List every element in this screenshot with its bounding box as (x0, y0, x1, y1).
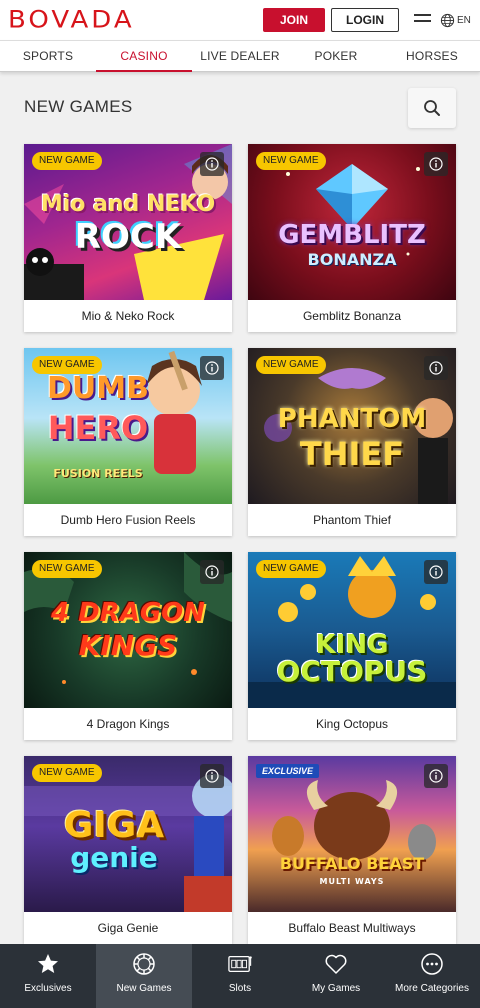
info-button[interactable] (424, 764, 448, 788)
game-card[interactable]: BUFFALO BEAST MULTI WAYS EXCLUSIVE Buffa… (248, 756, 456, 944)
game-logo-line1: BUFFALO BEAST (279, 854, 425, 873)
game-logo-line2: KINGS (78, 629, 178, 662)
game-logo-line1: PHANTOM (277, 404, 427, 434)
game-card[interactable]: KING OCTOPUS NEW GAME King Octopus (248, 552, 456, 740)
game-card[interactable]: PHANTOM THIEF NEW GAME Phantom Thief (248, 348, 456, 536)
hamburger-icon[interactable] (414, 14, 431, 26)
info-icon (205, 769, 219, 783)
slot-machine-icon (228, 952, 252, 976)
bottom-nav-exclusives[interactable]: Exclusives (0, 944, 96, 1008)
bottom-nav-label: Slots (228, 983, 252, 994)
info-icon (205, 565, 219, 579)
exclusive-badge: EXCLUSIVE (256, 764, 320, 778)
tab-horses[interactable]: HORSES (384, 41, 480, 71)
info-icon (429, 565, 443, 579)
game-thumbnail[interactable]: BUFFALO BEAST MULTI WAYS EXCLUSIVE (248, 756, 456, 912)
bottom-nav-label: New Games (116, 983, 172, 994)
bottom-nav-my-games[interactable]: My Games (288, 944, 384, 1008)
join-button[interactable]: JOIN (263, 8, 325, 32)
tab-live-dealer[interactable]: LIVE DEALER (192, 41, 288, 71)
game-logo-line2: ROCK (74, 217, 182, 257)
star-icon (36, 952, 60, 976)
game-logo-line1: GEMBLITZ (278, 220, 426, 250)
info-button[interactable] (424, 560, 448, 584)
game-card[interactable]: GEMBLITZ BONANZA NEW GAME Gemblitz Bonan… (248, 144, 456, 332)
info-icon (429, 769, 443, 783)
game-name[interactable]: Giga Genie (24, 912, 232, 944)
chip-icon (132, 952, 156, 976)
page-title: NEW GAMES (24, 97, 133, 116)
game-name[interactable]: Phantom Thief (248, 504, 456, 536)
game-thumbnail[interactable]: KING OCTOPUS NEW GAME (248, 552, 456, 708)
game-logo-line2: THIEF (299, 435, 405, 473)
game-thumbnail[interactable]: DUMB HERO FUSION REELS NEW GAME (24, 348, 232, 504)
info-icon (205, 157, 219, 171)
new-game-badge: NEW GAME (32, 560, 102, 578)
game-logo-line2: HERO (47, 409, 149, 447)
game-logo-line1: DUMB (47, 371, 149, 406)
game-name[interactable]: Mio & Neko Rock (24, 300, 232, 332)
game-card[interactable]: DUMB HERO FUSION REELS NEW GAME Dumb Her… (24, 348, 232, 536)
bottom-nav-label: More Categories (395, 983, 469, 994)
game-thumbnail[interactable]: GIGA genie NEW GAME (24, 756, 232, 912)
info-button[interactable] (200, 152, 224, 176)
game-thumbnail[interactable]: 4 DRAGON KINGS NEW GAME (24, 552, 232, 708)
product-nav: SPORTS CASINO LIVE DEALER POKER HORSES (0, 40, 480, 72)
game-logo-line1: GIGA (63, 805, 165, 846)
tab-sports[interactable]: SPORTS (0, 41, 96, 71)
game-logo-line2: BONANZA (307, 250, 397, 269)
game-logo-line1: Mio and NEKO (40, 192, 216, 217)
new-game-badge: NEW GAME (256, 356, 326, 374)
tab-poker[interactable]: POKER (288, 41, 384, 71)
game-name[interactable]: 4 Dragon Kings (24, 708, 232, 740)
bottom-nav-new-games[interactable]: New Games (96, 944, 192, 1008)
info-button[interactable] (200, 764, 224, 788)
bovada-logo[interactable]: BOVADA (8, 8, 135, 32)
new-game-badge: NEW GAME (32, 764, 102, 782)
bottom-nav-slots[interactable]: Slots (192, 944, 288, 1008)
info-icon (205, 361, 219, 375)
new-game-badge: NEW GAME (32, 152, 102, 170)
game-card[interactable]: 4 DRAGON KINGS NEW GAME 4 Dragon Kings (24, 552, 232, 740)
game-name[interactable]: Dumb Hero Fusion Reels (24, 504, 232, 536)
game-card[interactable]: Mio and NEKO ROCK NEW GAME Mio & Neko Ro… (24, 144, 232, 332)
search-icon (424, 100, 440, 116)
info-button[interactable] (200, 560, 224, 584)
game-name[interactable]: Gemblitz Bonanza (248, 300, 456, 332)
game-logo-line2: OCTOPUS (276, 655, 428, 688)
bottom-nav-label: My Games (311, 983, 361, 994)
login-button[interactable]: LOGIN (331, 8, 399, 32)
more-icon (420, 952, 444, 976)
bottom-nav: Exclusives New Games Slots My Games More… (0, 944, 480, 1008)
top-header: BOVADA JOIN LOGIN EN (0, 0, 480, 40)
heart-icon (324, 952, 348, 976)
info-button[interactable] (424, 356, 448, 380)
new-game-badge: NEW GAME (256, 560, 326, 578)
game-name[interactable]: Buffalo Beast Multiways (248, 912, 456, 944)
new-game-badge: NEW GAME (32, 356, 102, 374)
game-name[interactable]: King Octopus (248, 708, 456, 740)
language-label: EN (457, 14, 471, 26)
tab-casino[interactable]: CASINO (96, 41, 192, 72)
info-button[interactable] (424, 152, 448, 176)
info-icon (429, 157, 443, 171)
new-game-badge: NEW GAME (256, 152, 326, 170)
game-thumbnail[interactable]: Mio and NEKO ROCK NEW GAME (24, 144, 232, 300)
bottom-nav-more-categories[interactable]: More Categories (384, 944, 480, 1008)
language-selector[interactable]: EN (440, 11, 471, 29)
globe-icon (440, 13, 455, 27)
search-button[interactable] (408, 88, 456, 128)
game-logo-line3: FUSION REELS (53, 467, 143, 480)
game-logo-line2: MULTI WAYS (319, 877, 385, 886)
game-logo-line1: 4 DRAGON (50, 598, 206, 628)
game-thumbnail[interactable]: PHANTOM THIEF NEW GAME (248, 348, 456, 504)
bottom-nav-label: Exclusives (24, 983, 72, 994)
game-logo-line2: genie (70, 841, 158, 874)
game-card[interactable]: GIGA genie NEW GAME Giga Genie (24, 756, 232, 944)
game-thumbnail[interactable]: GEMBLITZ BONANZA NEW GAME (248, 144, 456, 300)
info-button[interactable] (200, 356, 224, 380)
info-icon (429, 361, 443, 375)
